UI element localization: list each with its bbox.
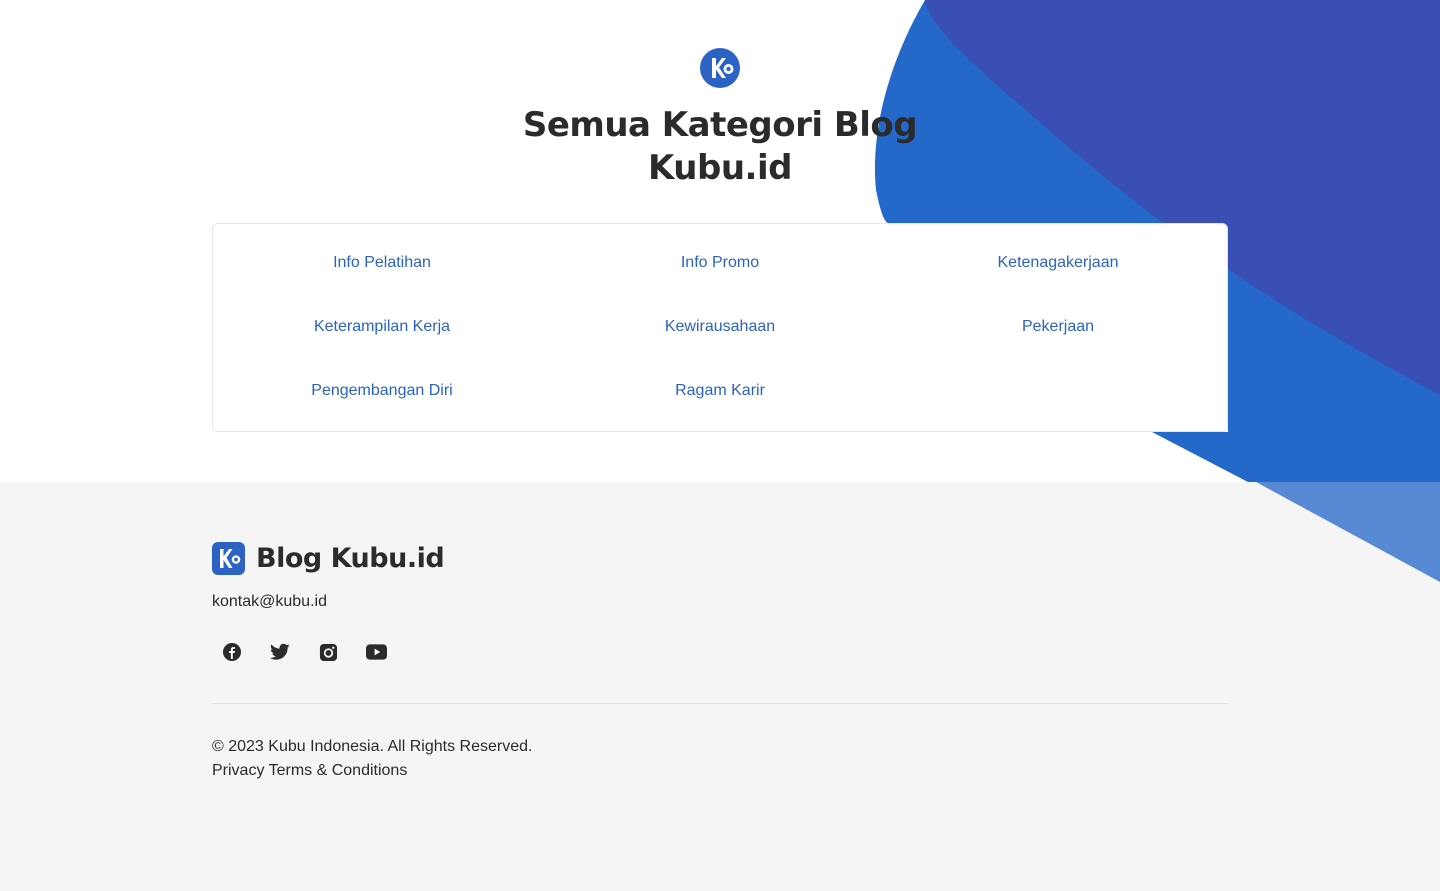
terms-link[interactable]: Terms & Conditions [269,762,408,779]
category-link-keterampilan-kerja[interactable]: Keterampilan Kerja [213,308,551,372]
category-link-ketenagakerjaan[interactable]: Ketenagakerjaan [889,244,1227,308]
category-link-pekerjaan[interactable]: Pekerjaan [889,308,1227,372]
facebook-icon [223,643,241,661]
privacy-link[interactable]: Privacy [212,762,264,779]
instagram-icon [319,643,337,661]
youtube-link[interactable] [356,634,396,670]
page-title: Semua Kategori Blog Kubu.id [470,104,970,190]
copyright-text: © 2023 Kubu Indonesia. All Rights Reserv… [212,738,533,755]
category-link-ragam-karir[interactable]: Ragam Karir [551,372,889,436]
category-link-pengembangan-diri[interactable]: Pengembangan Diri [213,372,551,436]
footer: Blog Kubu.id kontak@kubu.id © 2023 Kubu … [0,482,1440,891]
legal-links: Privacy Terms & Conditions [212,762,407,780]
hero-section: Semua Kategori Blog Kubu.id Info Pelatih… [0,0,1440,482]
twitter-icon [270,643,290,660]
twitter-link[interactable] [260,634,300,670]
page-title-line2: Kubu.id [648,148,792,188]
instagram-link[interactable] [308,634,348,670]
category-link-kewirausahaan[interactable]: Kewirausahaan [551,308,889,372]
category-link-info-promo[interactable]: Info Promo [551,244,889,308]
facebook-link[interactable] [212,634,252,670]
footer-brand-name: Blog Kubu.id [256,543,445,574]
category-list: Info Pelatihan Info Promo Ketenagakerjaa… [212,223,1228,432]
kubu-logo-icon[interactable] [700,48,740,88]
footer-divider [212,703,1228,704]
youtube-icon [365,644,387,660]
social-links [212,634,404,670]
footer-brand[interactable]: Blog Kubu.id [212,542,445,575]
kubu-logo-icon [212,542,245,575]
category-link-info-pelatihan[interactable]: Info Pelatihan [213,244,551,308]
page-title-line1: Semua Kategori Blog [522,105,918,145]
contact-email[interactable]: kontak@kubu.id [212,593,327,611]
